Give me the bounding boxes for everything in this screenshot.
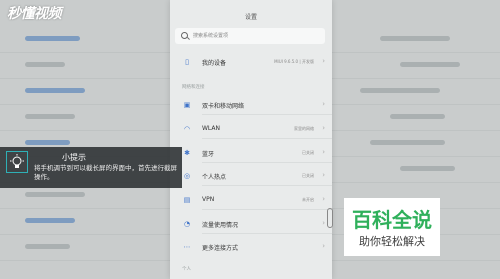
- more-icon: ⋯: [183, 243, 191, 251]
- search-input[interactable]: 搜索系统设置项: [175, 28, 325, 44]
- phone-icon: ▯: [185, 58, 189, 66]
- settings-item-label: 更多连接方式: [202, 245, 239, 252]
- tip-body: 将手机调节到可以截长屏的界面中，首先进行截屏操作。: [34, 164, 177, 181]
- settings-item-label: 双卡和移动网络: [202, 103, 245, 110]
- settings-item-label: 流量使用情况: [202, 222, 239, 229]
- bluetooth-icon: ✱: [184, 149, 190, 157]
- settings-item-my-device[interactable]: ▯ 我的设备 MIUI 9.6.5.0 | 开发版 ›: [170, 52, 332, 72]
- chevron-right-icon: ›: [322, 195, 325, 203]
- settings-item-label: WLAN: [202, 125, 221, 132]
- settings-item-bluetooth[interactable]: ✱ 蓝牙 已关闭 ›: [170, 143, 332, 163]
- tip-title: 小提示: [62, 153, 86, 162]
- settings-item-label: 我的设备: [202, 60, 227, 67]
- settings-item-label: 蓝牙: [202, 151, 215, 158]
- settings-item-wlan[interactable]: ◠ WLAN 家里的网络 ›: [170, 119, 332, 139]
- chevron-right-icon: ›: [322, 124, 325, 132]
- divider: [202, 162, 332, 163]
- settings-item-value: 已关闭: [302, 150, 314, 155]
- divider: [202, 209, 332, 210]
- sim-icon: ▣: [183, 101, 191, 109]
- search-icon: [181, 32, 188, 39]
- divider: [202, 114, 332, 115]
- divider: [202, 185, 332, 186]
- settings-item-value: 已关闭: [302, 173, 314, 178]
- settings-item-label: 个人热点: [202, 174, 227, 181]
- section-header-personal: 个人: [182, 267, 191, 272]
- settings-item-vpn[interactable]: ▤ VPN 未开启 ›: [170, 190, 332, 210]
- brand-subtitle: 助你轻松解决: [359, 235, 425, 248]
- chevron-right-icon: ›: [322, 100, 325, 108]
- brand-title: 百科全说: [352, 208, 432, 232]
- settings-item-data-usage[interactable]: ◔ 流量使用情况 ›: [170, 214, 332, 234]
- wifi-icon: ◠: [183, 125, 191, 133]
- settings-item-sim[interactable]: ▣ 双卡和移动网络 ›: [170, 95, 332, 115]
- chevron-right-icon: ›: [322, 219, 325, 227]
- vpn-icon: ▤: [183, 196, 191, 204]
- chevron-right-icon: ›: [322, 57, 325, 65]
- chevron-right-icon: ›: [322, 171, 325, 179]
- scrollbar[interactable]: [327, 208, 333, 228]
- section-header-network: 网络和连接: [182, 85, 205, 90]
- page-title: 设置: [244, 14, 257, 21]
- brand-logo: 百科全说 助你轻松解决: [344, 198, 440, 256]
- settings-item-label: VPN: [202, 196, 215, 203]
- divider: [202, 138, 332, 139]
- divider: [202, 233, 332, 234]
- hotspot-icon: ◎: [183, 172, 191, 180]
- settings-item-value: 家里的网络: [294, 126, 314, 131]
- data-usage-icon: ◔: [183, 220, 191, 228]
- lightbulb-icon: [6, 151, 28, 173]
- settings-item-more-connections[interactable]: ⋯ 更多连接方式 ›: [170, 237, 332, 257]
- chevron-right-icon: ›: [322, 148, 325, 156]
- settings-panel: 设置 搜索系统设置项 ▯ 我的设备 MIUI 9.6.5.0 | 开发版 › 网…: [170, 0, 332, 279]
- settings-item-value: MIUI 9.6.5.0 | 开发版: [274, 59, 314, 64]
- search-placeholder: 搜索系统设置项: [193, 33, 229, 39]
- watermark-logo: 秒懂视频: [7, 6, 62, 22]
- settings-item-hotspot[interactable]: ◎ 个人热点 已关闭 ›: [170, 166, 332, 186]
- chevron-right-icon: ›: [322, 242, 325, 250]
- settings-item-value: 未开启: [302, 197, 314, 202]
- tip-banner: 小提示 将手机调节到可以截长屏的界面中，首先进行截屏操作。: [0, 147, 182, 188]
